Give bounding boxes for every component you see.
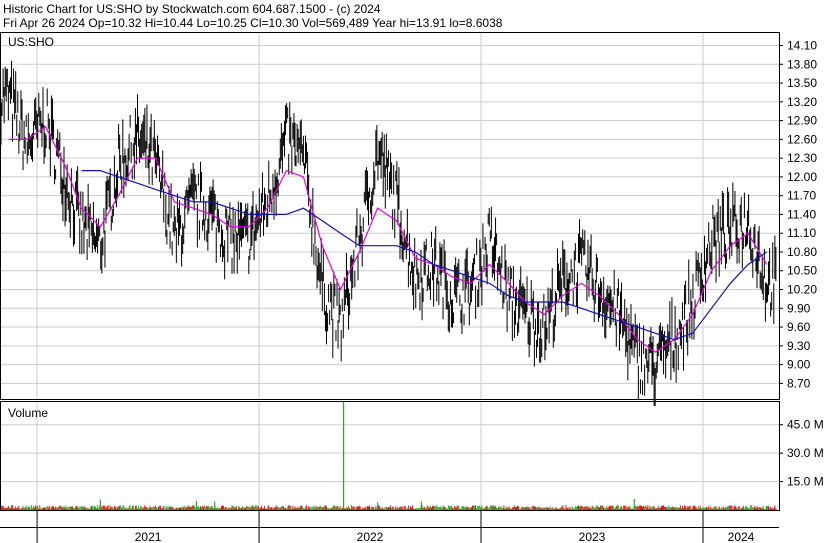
price-tick-label: 10.20 <box>787 283 817 297</box>
volume-panel-title: Volume <box>8 406 48 420</box>
volume-bars-layer <box>0 402 777 510</box>
time-axis: 2021 2022 2023 2024 <box>0 511 779 543</box>
price-tick-label: 9.60 <box>787 320 811 334</box>
volume-panel-frame <box>0 401 780 511</box>
volume-tick-label: 45.0 M <box>787 418 824 432</box>
price-tick-label: 11.40 <box>787 207 816 221</box>
price-tick-label: 12.00 <box>787 170 817 184</box>
price-tick-label: 11.10 <box>787 226 816 240</box>
price-tick-label: 12.90 <box>787 114 817 128</box>
price-tick-label: 12.30 <box>787 151 817 165</box>
price-tick-label: 10.80 <box>787 245 817 259</box>
volume-grid <box>0 402 779 510</box>
price-tick-label: 14.10 <box>787 39 817 53</box>
volume-tick-label: 30.0 M <box>787 446 824 460</box>
price-tick-label: 9.90 <box>787 301 811 315</box>
price-tick-label: 11.70 <box>787 189 816 203</box>
price-tick-label: 12.60 <box>787 132 817 146</box>
volume-tick-label: 15.0 M <box>787 475 824 489</box>
volume-axis: 45.0 M 30.0 M 15.0 M <box>779 418 824 489</box>
price-axis: 14.10 13.80 13.50 13.20 12.90 12.60 12.30 12.00… <box>779 39 817 390</box>
price-panel-title: US:SHO <box>8 35 54 49</box>
price-tick-label: 8.70 <box>787 376 811 390</box>
price-tick-label: 13.50 <box>787 76 817 90</box>
stock-chart: US:SHO 14.10 13.80 13.50 13.20 12.90 12.60 12.… <box>0 32 824 543</box>
time-axis-label: 2024 <box>728 530 755 543</box>
time-axis-label: 2023 <box>579 530 606 543</box>
time-axis-label: 2021 <box>135 530 162 543</box>
price-tick-label: 9.00 <box>787 358 811 372</box>
price-tick-label: 10.50 <box>787 264 817 278</box>
price-tick-label: 13.80 <box>787 57 817 71</box>
time-axis-label: 2022 <box>357 530 384 543</box>
price-tick-label: 13.20 <box>787 95 817 109</box>
price-tick-label: 9.30 <box>787 339 811 353</box>
